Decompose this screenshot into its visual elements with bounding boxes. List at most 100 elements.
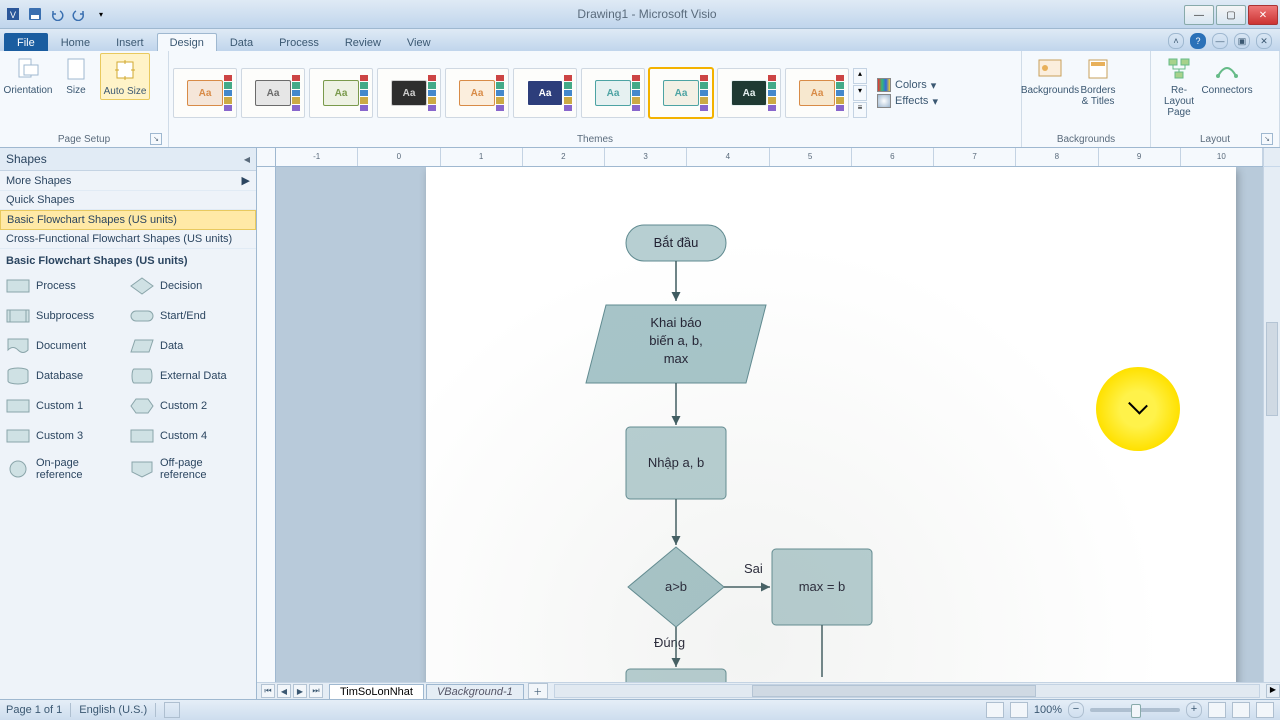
theme-swatch-7[interactable]: Aa [649, 68, 713, 118]
theme-swatch-9[interactable]: Aa [785, 68, 849, 118]
theme-more-icon[interactable]: ≡ [853, 102, 867, 118]
node-cond: a>b [665, 579, 687, 594]
effects-button[interactable]: Effects ▾ [877, 94, 938, 108]
new-sheet-button[interactable]: ＋ [528, 683, 548, 699]
quick-shapes[interactable]: Quick Shapes [0, 191, 256, 210]
theme-swatch-5[interactable]: Aa [513, 68, 577, 118]
ruler-horizontal[interactable]: -1012345678910 [276, 148, 1263, 167]
layout-dialog-icon[interactable]: ↘ [1261, 133, 1273, 145]
qat-more-icon[interactable]: ▾ [92, 5, 110, 23]
theme-gallery[interactable]: AaAaAaAaAaAaAaAaAaAa [173, 68, 849, 118]
theme-swatch-6[interactable]: Aa [581, 68, 645, 118]
shape-on-page-reference[interactable]: On-page reference [4, 451, 128, 487]
shapes-pane-title[interactable]: Shapes◀ [0, 148, 256, 171]
size-button[interactable]: Size [52, 53, 100, 98]
visio-icon[interactable]: V [4, 5, 22, 23]
macro-record-icon[interactable] [164, 702, 180, 718]
vertical-scrollbar[interactable] [1263, 167, 1280, 682]
shape-decision[interactable]: Decision [128, 271, 252, 301]
sheet-tab-background[interactable]: VBackground-1 [426, 684, 524, 699]
horizontal-scrollbar[interactable] [554, 684, 1260, 698]
stencil-basic-flowchart[interactable]: Basic Flowchart Shapes (US units) [0, 210, 256, 230]
page-setup-dialog-icon[interactable]: ↘ [150, 133, 162, 145]
status-bar: Page 1 of 1 English (U.S.) 100% − + [0, 699, 1280, 720]
sheet-tab-main[interactable]: TimSoLonNhat [329, 684, 424, 699]
switch-windows-icon[interactable] [1256, 702, 1274, 718]
ruler-vertical[interactable] [257, 167, 276, 682]
zoom-slider[interactable] [1090, 708, 1180, 712]
shape-external-data[interactable]: External Data [128, 361, 252, 391]
drawing-canvas[interactable]: Bắt đầu Khai báo biến a, b, max Nhập a, … [276, 167, 1263, 682]
group-layout: Layout [1200, 134, 1230, 145]
fit-window-icon[interactable] [1208, 702, 1226, 718]
undo-icon[interactable] [48, 5, 66, 23]
autosize-button[interactable]: Auto Size [100, 53, 150, 100]
theme-swatch-1[interactable]: Aa [241, 68, 305, 118]
zoom-out-icon[interactable]: − [1068, 702, 1084, 718]
shape-off-page-reference[interactable]: Off-page reference [128, 451, 252, 487]
shape-custom-4[interactable]: Custom 4 [128, 421, 252, 451]
status-language[interactable]: English (U.S.) [79, 704, 147, 716]
shape-start-end[interactable]: Start/End [128, 301, 252, 331]
help-icon[interactable]: ? [1190, 33, 1206, 49]
minimize-ribbon-icon[interactable]: ˄ [1168, 33, 1184, 49]
quick-access-toolbar: V ▾ [0, 5, 110, 23]
window-close-icon[interactable]: ✕ [1256, 33, 1272, 49]
theme-swatch-8[interactable]: Aa [717, 68, 781, 118]
label-false: Sai [744, 561, 763, 576]
sheet-nav[interactable]: ⏮◀▶⏭ [257, 684, 327, 698]
theme-swatch-4[interactable]: Aa [445, 68, 509, 118]
view-normal-icon[interactable] [986, 702, 1004, 718]
theme-scroll-down-icon[interactable]: ▾ [853, 85, 867, 101]
ribbon-tabs: File Home Insert Design Data Process Rev… [0, 29, 1280, 51]
hscroll-right-icon[interactable]: ▶ [1266, 684, 1280, 698]
tab-design[interactable]: Design [157, 33, 217, 51]
shape-data[interactable]: Data [128, 331, 252, 361]
redo-icon[interactable] [70, 5, 88, 23]
backgrounds-button[interactable]: Backgrounds [1026, 53, 1074, 98]
ruler-corner [257, 148, 276, 167]
shape-custom-1[interactable]: Custom 1 [4, 391, 128, 421]
tab-data[interactable]: Data [217, 33, 266, 51]
shape-process[interactable]: Process [4, 271, 128, 301]
tab-home[interactable]: Home [48, 33, 103, 51]
orientation-button[interactable]: Orientation [4, 53, 52, 98]
tab-insert[interactable]: Insert [103, 33, 157, 51]
theme-swatch-0[interactable]: Aa [173, 68, 237, 118]
close-button[interactable]: ✕ [1248, 5, 1278, 25]
window-min-icon[interactable]: — [1212, 33, 1228, 49]
tab-process[interactable]: Process [266, 33, 332, 51]
shape-custom-3[interactable]: Custom 3 [4, 421, 128, 451]
tab-view[interactable]: View [394, 33, 444, 51]
tab-file[interactable]: File [4, 33, 48, 51]
tab-review[interactable]: Review [332, 33, 394, 51]
borders-titles-button[interactable]: Borders & Titles [1074, 53, 1122, 109]
theme-swatch-2[interactable]: Aa [309, 68, 373, 118]
zoom-level[interactable]: 100% [1034, 704, 1062, 716]
theme-scroll-up-icon[interactable]: ▴ [853, 68, 867, 84]
colors-button[interactable]: Colors ▾ [877, 78, 938, 92]
vscroll-top-btn[interactable] [1263, 148, 1280, 166]
relayout-button[interactable]: Re-Layout Page [1155, 53, 1203, 120]
more-shapes[interactable]: More Shapes▶ [0, 171, 256, 191]
status-page: Page 1 of 1 [6, 704, 62, 716]
node-maxb: max = b [799, 579, 846, 594]
minimize-button[interactable]: — [1184, 5, 1214, 25]
stencil-cross-functional[interactable]: Cross-Functional Flowchart Shapes (US un… [0, 230, 256, 249]
zoom-in-icon[interactable]: + [1186, 702, 1202, 718]
pan-zoom-icon[interactable] [1232, 702, 1250, 718]
svg-text:max: max [664, 351, 689, 366]
ribbon: Orientation Size Auto Size Page Setup↘ A… [0, 51, 1280, 148]
theme-swatch-3[interactable]: Aa [377, 68, 441, 118]
shape-document[interactable]: Document [4, 331, 128, 361]
maximize-button[interactable]: ▢ [1216, 5, 1246, 25]
group-themes: Themes [173, 133, 1017, 147]
shape-custom-2[interactable]: Custom 2 [128, 391, 252, 421]
window-restore-icon[interactable]: ▣ [1234, 33, 1250, 49]
connectors-button[interactable]: Connectors [1203, 53, 1251, 98]
shape-database[interactable]: Database [4, 361, 128, 391]
save-icon[interactable] [26, 5, 44, 23]
shape-subprocess[interactable]: Subprocess [4, 301, 128, 331]
svg-text:Khai báo: Khai báo [650, 315, 701, 330]
view-full-icon[interactable] [1010, 702, 1028, 718]
